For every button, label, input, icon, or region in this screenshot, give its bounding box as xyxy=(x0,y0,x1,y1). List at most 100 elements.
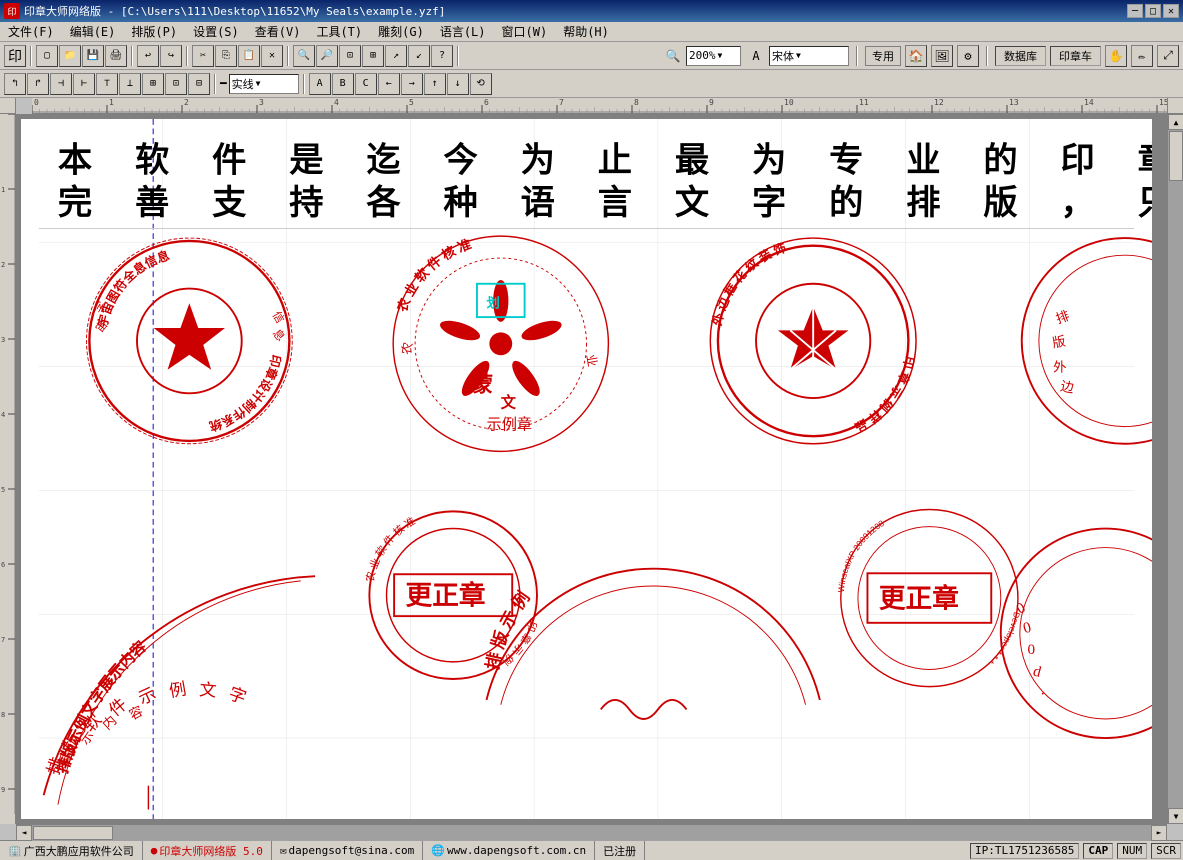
scroll-up-button[interactable]: ▲ xyxy=(1168,114,1183,130)
tb2-btn2[interactable]: ↱ xyxy=(27,73,49,95)
vertical-scrollbar[interactable]: ▲ ▼ xyxy=(1167,114,1183,824)
tb2-btn6[interactable]: ⊥ xyxy=(119,73,141,95)
horizontal-scrollbar[interactable]: ◄ ► xyxy=(16,824,1167,840)
redo-button[interactable]: ↪ xyxy=(160,45,182,67)
status-num: NUM xyxy=(1117,843,1147,859)
tb2-btn10[interactable]: A xyxy=(309,73,331,95)
scroll-down-button[interactable]: ▼ xyxy=(1168,808,1183,824)
zoom-arrow: ▼ xyxy=(718,51,723,60)
menu-language[interactable]: 语言(L) xyxy=(432,21,494,42)
menu-layout[interactable]: 排版(P) xyxy=(123,21,185,42)
scroll-thumb-h[interactable] xyxy=(33,826,113,840)
tb2-btn4[interactable]: ⊢ xyxy=(73,73,95,95)
menu-view[interactable]: 查看(V) xyxy=(247,21,309,42)
tb2-btn13[interactable]: ← xyxy=(378,73,400,95)
separator5 xyxy=(457,46,459,66)
menu-file[interactable]: 文件(F) xyxy=(0,21,62,42)
import-button[interactable]: ↙ xyxy=(408,45,430,67)
separator4 xyxy=(287,46,289,66)
svg-text:文: 文 xyxy=(501,394,517,412)
menu-tools[interactable]: 工具(T) xyxy=(308,21,370,42)
tb-icon2[interactable]: 🖼 xyxy=(931,45,953,67)
ruler-h-svg: // Will be drawn by JS 01234567891011121… xyxy=(32,98,1167,113)
tb2-btn7[interactable]: ⊞ xyxy=(142,73,164,95)
svg-text:农: 农 xyxy=(399,341,415,356)
export-button[interactable]: ↗ xyxy=(385,45,407,67)
print-button[interactable]: 🖨 xyxy=(105,45,127,67)
resize-tool[interactable]: ⤢ xyxy=(1157,45,1179,67)
tb2-btn17[interactable]: ⟲ xyxy=(470,73,492,95)
svg-text:文: 文 xyxy=(199,680,218,700)
svg-text:版: 版 xyxy=(1051,333,1067,350)
email-icon: ✉ xyxy=(280,844,287,857)
fit-button[interactable]: ⊡ xyxy=(339,45,361,67)
save-button[interactable]: 💾 xyxy=(82,45,104,67)
svg-text:6: 6 xyxy=(1,561,5,569)
scroll-thumb-v[interactable] xyxy=(1169,131,1183,181)
menu-edit[interactable]: 编辑(E) xyxy=(62,21,124,42)
svg-text:划: 划 xyxy=(487,295,500,311)
tb2-btn1[interactable]: ↰ xyxy=(4,73,26,95)
tb2-btn15[interactable]: ↑ xyxy=(424,73,446,95)
zoom-out-button[interactable]: 🔎 xyxy=(316,45,338,67)
paste-button[interactable]: 📋 xyxy=(238,45,260,67)
tb2-btn5[interactable]: ⊤ xyxy=(96,73,118,95)
svg-text:8: 8 xyxy=(1,711,5,719)
undo-button[interactable]: ↩ xyxy=(137,45,159,67)
titlebar: 印 印章大师网络版 - [C:\Users\111\Desktop\11652\… xyxy=(0,0,1183,22)
line-type-combo[interactable]: 实线 ▼ xyxy=(229,74,299,94)
menu-engrave[interactable]: 雕刻(G) xyxy=(370,21,432,42)
svg-text:更正章: 更正章 xyxy=(406,581,486,611)
help-tool-button[interactable]: ? xyxy=(431,45,453,67)
scroll-track-h[interactable] xyxy=(32,825,1151,841)
tb2-btn8[interactable]: ⊡ xyxy=(165,73,187,95)
minimize-button[interactable]: ─ xyxy=(1127,4,1143,18)
database-btn[interactable]: 数据库 xyxy=(995,46,1046,66)
tb2-btn11[interactable]: B xyxy=(332,73,354,95)
zoom-combo[interactable]: 200% ▼ xyxy=(686,46,741,66)
hand-tool[interactable]: ✋ xyxy=(1105,45,1127,67)
pencil-tool[interactable]: ✏ xyxy=(1131,45,1153,67)
ruler-v-svg: 123456789 xyxy=(0,114,16,814)
app-icon: 印 xyxy=(4,3,20,19)
font-combo[interactable]: 宋体 ▼ xyxy=(769,46,849,66)
separator xyxy=(30,46,32,66)
tb-icon1[interactable]: 🏠 xyxy=(905,45,927,67)
svg-text:12: 12 xyxy=(934,98,944,107)
status-cap: CAP xyxy=(1083,843,1113,859)
tb2-btn14[interactable]: → xyxy=(401,73,423,95)
canvas-content: 本 软 件 是 迄 今 为 止 最 为 专 业 的 印 章 设 计 与 制 作 … xyxy=(21,119,1152,819)
tb-icon3[interactable]: ⚙ xyxy=(957,45,979,67)
tb2-btn16[interactable]: ↓ xyxy=(447,73,469,95)
close-button[interactable]: ✕ xyxy=(1163,4,1179,18)
font-icon: A xyxy=(745,45,767,67)
menu-help[interactable]: 帮助(H) xyxy=(555,21,617,42)
menubar: 文件(F) 编辑(E) 排版(P) 设置(S) 查看(V) 工具(T) 雕刻(G… xyxy=(0,22,1183,42)
status-website: 🌐 www.dapengsoft.com.cn xyxy=(423,841,595,860)
tb2-btn3[interactable]: ⊣ xyxy=(50,73,72,95)
copy-button[interactable]: ⎘ xyxy=(215,45,237,67)
status-ip: IP:TL1751236585 xyxy=(970,843,1079,859)
svg-text:5: 5 xyxy=(409,98,414,107)
cart-btn[interactable]: 印章车 xyxy=(1050,46,1101,66)
menu-settings[interactable]: 设置(S) xyxy=(185,21,247,42)
menu-window[interactable]: 窗口(W) xyxy=(494,21,556,42)
scroll-track-v[interactable] xyxy=(1168,130,1183,808)
tb2-btn12[interactable]: C xyxy=(355,73,377,95)
toolbar-icon-app[interactable]: 印 xyxy=(4,45,26,67)
separator2 xyxy=(131,46,133,66)
actual-size-button[interactable]: ⊞ xyxy=(362,45,384,67)
toolbar-right-area: 🔍 200% ▼ A 宋体 ▼ 专用 🏠 🖼 ⚙ 数据库 印章车 ✋ ✏ xyxy=(662,45,1179,67)
zoom-in-button[interactable]: 🔍 xyxy=(293,45,315,67)
special-btn[interactable]: 专用 xyxy=(865,46,901,66)
scroll-left-button[interactable]: ◄ xyxy=(16,825,32,841)
svg-text:2: 2 xyxy=(184,98,189,107)
ruler-vertical: 123456789 xyxy=(0,114,16,824)
scroll-right-button[interactable]: ► xyxy=(1151,825,1167,841)
open-button[interactable]: 📁 xyxy=(59,45,81,67)
cut-button[interactable]: ✂ xyxy=(192,45,214,67)
new-button[interactable]: ▢ xyxy=(36,45,58,67)
maximize-button[interactable]: □ xyxy=(1145,4,1161,18)
delete-button[interactable]: ✕ xyxy=(261,45,283,67)
tb2-btn9[interactable]: ⊟ xyxy=(188,73,210,95)
